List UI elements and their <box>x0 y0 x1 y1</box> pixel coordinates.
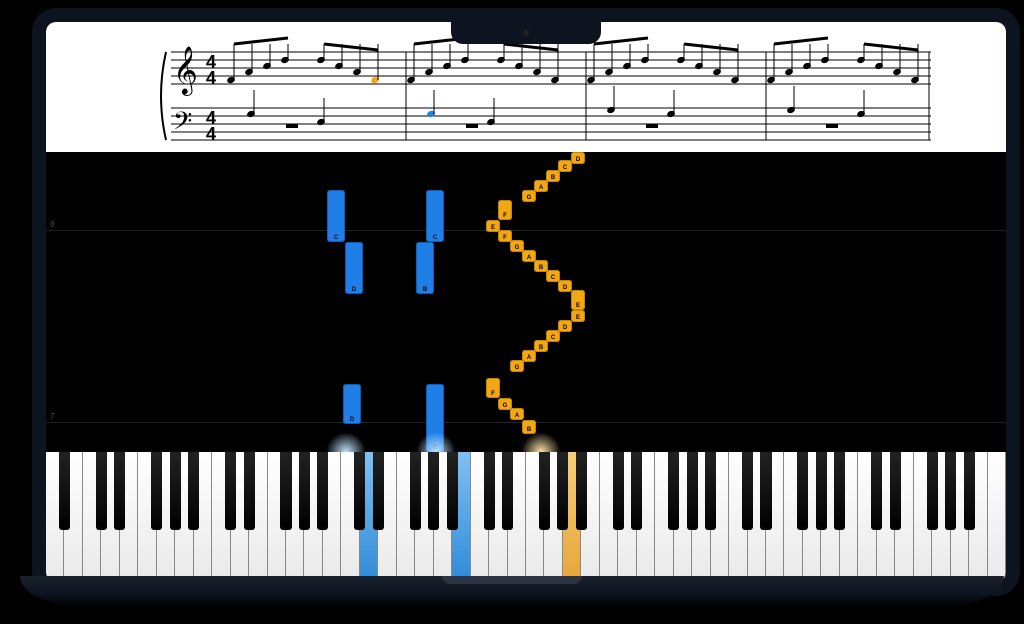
white-key[interactable] <box>988 452 1006 582</box>
black-key[interactable] <box>927 452 938 530</box>
bass-clef-icon: 𝄢 <box>173 108 192 141</box>
black-key[interactable] <box>964 452 975 530</box>
black-key[interactable] <box>170 452 181 530</box>
black-key[interactable] <box>834 452 845 530</box>
black-key[interactable] <box>151 452 162 530</box>
black-key[interactable] <box>59 452 70 530</box>
bar-number: 7 <box>50 412 54 421</box>
black-key[interactable] <box>613 452 624 530</box>
falling-note: B <box>416 242 434 294</box>
bar-line <box>46 230 1006 231</box>
black-key[interactable] <box>539 452 550 530</box>
black-key[interactable] <box>576 452 587 530</box>
black-key[interactable] <box>631 452 642 530</box>
falling-note: C <box>546 330 560 342</box>
piano-keyboard[interactable] <box>46 452 1006 582</box>
black-key[interactable] <box>502 452 513 530</box>
falling-note: G <box>522 190 536 202</box>
falling-note: B <box>522 420 536 434</box>
black-key[interactable] <box>280 452 291 530</box>
treble-clef-icon: 𝄞 <box>173 46 198 96</box>
black-key[interactable] <box>816 452 827 530</box>
falling-note: E <box>571 310 585 322</box>
black-key[interactable] <box>484 452 495 530</box>
black-key[interactable] <box>96 452 107 530</box>
falling-note: B <box>534 340 548 352</box>
black-key[interactable] <box>705 452 716 530</box>
falling-note: G <box>510 360 524 372</box>
falling-note: D <box>558 320 572 332</box>
black-key[interactable] <box>742 452 753 530</box>
falling-note: A <box>522 350 536 362</box>
laptop-frame: 𝄞 𝄢 4 4 4 4 87CDCBDCDCBAGFEFGABCDEEDCBAG… <box>32 8 1020 596</box>
black-key[interactable] <box>557 452 568 530</box>
display-notch <box>451 22 601 44</box>
black-key[interactable] <box>890 452 901 530</box>
black-key[interactable] <box>797 452 808 530</box>
falling-note: C <box>558 160 572 172</box>
black-key[interactable] <box>945 452 956 530</box>
falling-note: F <box>498 200 512 220</box>
black-key[interactable] <box>244 452 255 530</box>
black-key[interactable] <box>299 452 310 530</box>
falling-note: E <box>571 290 585 310</box>
black-key[interactable] <box>447 452 458 530</box>
svg-text:4: 4 <box>206 68 216 88</box>
black-key[interactable] <box>760 452 771 530</box>
bar-number: 8 <box>50 220 54 229</box>
falling-note: B <box>546 170 560 182</box>
black-key[interactable] <box>871 452 882 530</box>
laptop-base <box>20 576 1004 606</box>
falling-note: C <box>327 190 345 242</box>
black-key[interactable] <box>225 452 236 530</box>
black-key[interactable] <box>317 452 328 530</box>
black-key[interactable] <box>354 452 365 530</box>
screen: 𝄞 𝄢 4 4 4 4 87CDCBDCDCBAGFEFGABCDEEDCBAG… <box>46 22 1006 582</box>
falling-note: D <box>571 152 585 164</box>
black-key[interactable] <box>687 452 698 530</box>
black-key[interactable] <box>668 452 679 530</box>
piano-roll[interactable]: 87CDCBDCDCBAGFEFGABCDEEDCBAGFGAB <box>46 152 1006 452</box>
falling-note: C <box>426 384 444 452</box>
black-key[interactable] <box>188 452 199 530</box>
falling-note: D <box>345 242 363 294</box>
black-key[interactable] <box>410 452 421 530</box>
falling-note: A <box>510 408 524 420</box>
black-key[interactable] <box>114 452 125 530</box>
black-key[interactable] <box>373 452 384 530</box>
falling-note: F <box>486 378 500 398</box>
camera-icon <box>523 30 529 36</box>
black-key[interactable] <box>428 452 439 530</box>
falling-note: D <box>343 384 361 424</box>
falling-note: A <box>534 180 548 192</box>
falling-note: D <box>558 280 572 292</box>
svg-text:4: 4 <box>206 124 216 144</box>
falling-note: C <box>426 190 444 242</box>
